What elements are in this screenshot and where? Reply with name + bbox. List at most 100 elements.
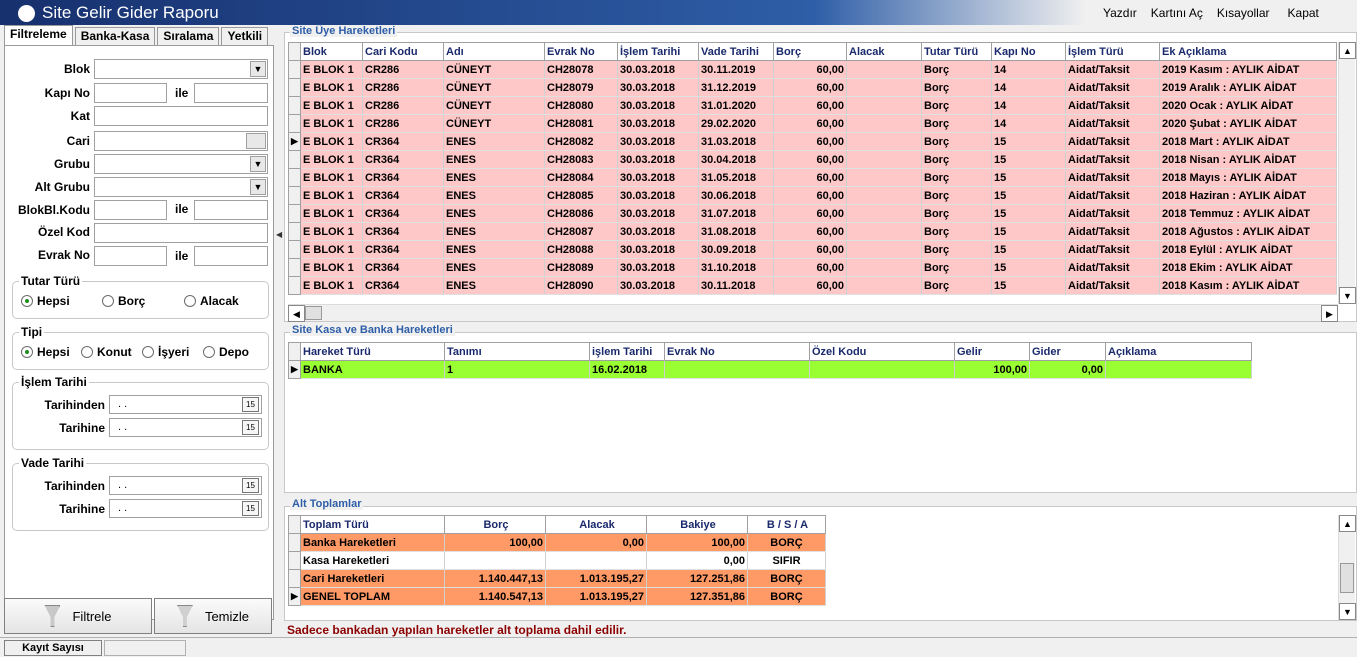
column-header[interactable]: Alacak: [545, 515, 647, 534]
islem-tarihinden-input[interactable]: . . 15: [109, 395, 262, 414]
alt-toplamlar-grid[interactable]: Toplam Türü Borç Alacak Bakiye B / S / A Ban…: [288, 515, 826, 606]
column-header[interactable]: Adı: [443, 42, 545, 61]
row-indicator[interactable]: ▶: [288, 587, 301, 606]
chevron-down-icon[interactable]: ▼: [250, 156, 266, 172]
scroll-up-icon[interactable]: ▲: [1339, 42, 1356, 59]
scroll-left-icon[interactable]: ◀: [288, 305, 305, 322]
menu-yazdir[interactable]: Yazdır: [1103, 6, 1137, 20]
chevron-down-icon[interactable]: ▼: [250, 179, 266, 195]
scroll-up-icon[interactable]: ▲: [1339, 515, 1356, 532]
column-header[interactable]: Borç: [444, 515, 546, 534]
chevron-down-icon[interactable]: ▼: [250, 61, 266, 77]
radio-tutar-hepsi[interactable]: Hepsi: [21, 294, 70, 308]
column-header[interactable]: Tutar Türü: [921, 42, 992, 61]
row-indicator[interactable]: ▶: [288, 132, 301, 151]
scroll-down-icon[interactable]: ▼: [1339, 603, 1356, 620]
blokbl-kodu-to-input[interactable]: [194, 200, 268, 220]
radio-tutar-alacak[interactable]: Alacak: [184, 294, 239, 308]
row-indicator[interactable]: [288, 204, 301, 223]
column-header[interactable]: işlem Tarihi: [589, 342, 665, 361]
column-header[interactable]: İşlem Tarihi: [617, 42, 699, 61]
column-header[interactable]: Açıklama: [1105, 342, 1252, 361]
uye-vertical-scrollbar[interactable]: ▲ ▼: [1338, 42, 1356, 304]
radio-tutar-borc[interactable]: Borç: [102, 294, 145, 308]
radio-tipi-hepsi[interactable]: Hepsi: [21, 345, 70, 359]
islem-tarihine-input[interactable]: . . 15: [109, 418, 262, 437]
radio-tipi-depo[interactable]: Depo: [203, 345, 249, 359]
row-indicator[interactable]: [288, 78, 301, 97]
tab-banka-kasa[interactable]: Banka-Kasa: [74, 27, 156, 45]
table-row[interactable]: E BLOK 1 CR364 ENES CH28084 30.03.2018 31.05.…: [288, 168, 1337, 187]
uye-hareketleri-grid[interactable]: Blok Cari Kodu Adı Evrak No İşlem Tarihi Vade…: [288, 42, 1337, 295]
row-indicator[interactable]: [288, 551, 301, 570]
row-indicator[interactable]: [288, 276, 301, 295]
column-header[interactable]: Alacak: [846, 42, 922, 61]
menu-kapat[interactable]: Kapat: [1288, 6, 1319, 20]
table-row[interactable]: E BLOK 1 CR364 ENES CH28083 30.03.2018 30.04.…: [288, 150, 1337, 169]
row-indicator[interactable]: [288, 150, 301, 169]
evrak-no-from-input[interactable]: [94, 246, 167, 266]
tab-yetkili[interactable]: Yetkili: [221, 27, 269, 45]
table-row[interactable]: Kasa Hareketleri 0,00 SIFIR: [288, 551, 826, 570]
row-indicator[interactable]: [288, 96, 301, 115]
column-header[interactable]: Kapı No: [991, 42, 1066, 61]
calendar-icon[interactable]: 15: [242, 478, 259, 493]
column-header[interactable]: Evrak No: [544, 42, 618, 61]
vade-tarihine-input[interactable]: . . 15: [109, 499, 262, 518]
column-header[interactable]: Cari Kodu: [362, 42, 444, 61]
column-header[interactable]: Hareket Türü: [300, 342, 445, 361]
scroll-thumb[interactable]: [1340, 563, 1354, 593]
grubu-select[interactable]: ▼: [94, 154, 268, 174]
scroll-right-icon[interactable]: ▶: [1321, 305, 1338, 322]
panel-splitter[interactable]: ◀: [276, 230, 282, 430]
column-header[interactable]: Toplam Türü: [300, 515, 445, 534]
column-header[interactable]: B / S / A: [747, 515, 826, 534]
tab-siralama[interactable]: Sıralama: [157, 27, 220, 45]
ozel-kod-input[interactable]: [94, 223, 268, 243]
column-header[interactable]: Vade Tarihi: [698, 42, 774, 61]
table-row[interactable]: E BLOK 1 CR364 ENES CH28085 30.03.2018 30.06.…: [288, 186, 1337, 205]
column-header[interactable]: Gelir: [954, 342, 1030, 361]
tab-filtreleme[interactable]: Filtreleme: [4, 25, 73, 45]
calendar-icon[interactable]: 15: [242, 501, 259, 516]
column-header[interactable]: Ek Açıklama: [1159, 42, 1337, 61]
column-header[interactable]: Bakiye: [646, 515, 748, 534]
toplam-vertical-scrollbar[interactable]: ▲ ▼: [1338, 515, 1356, 620]
radio-tipi-konut[interactable]: Konut: [81, 345, 132, 359]
column-header[interactable]: Özel Kodu: [809, 342, 955, 361]
table-row[interactable]: Banka Hareketleri 100,00 0,00 100,00 BORÇ: [288, 533, 826, 552]
kapi-no-from-input[interactable]: [94, 83, 167, 103]
table-row[interactable]: E BLOK 1 CR286 CÜNEYT CH28081 30.03.2018 29.0…: [288, 114, 1337, 133]
table-row[interactable]: Cari Hareketleri 1.140.447,13 1.013.195,27…: [288, 569, 826, 588]
menu-kisayollar[interactable]: Kısayollar: [1217, 6, 1270, 20]
column-header[interactable]: Borç: [773, 42, 847, 61]
row-indicator[interactable]: [288, 258, 301, 277]
evrak-no-to-input[interactable]: [194, 246, 268, 266]
scroll-down-icon[interactable]: ▼: [1339, 287, 1356, 304]
column-header[interactable]: Gider: [1029, 342, 1106, 361]
row-indicator[interactable]: [288, 168, 301, 187]
column-header[interactable]: Tanımı: [444, 342, 590, 361]
menu-kartini-ac[interactable]: Kartını Aç: [1151, 6, 1203, 20]
calendar-icon[interactable]: 15: [242, 397, 259, 412]
row-indicator[interactable]: [288, 60, 301, 79]
blok-select[interactable]: ▼: [94, 59, 268, 79]
row-indicator[interactable]: [288, 240, 301, 259]
table-row[interactable]: ▶ E BLOK 1 CR364 ENES CH28082 30.03.2018 31.03…: [288, 132, 1337, 151]
scroll-thumb[interactable]: [305, 306, 322, 320]
table-row[interactable]: E BLOK 1 CR364 ENES CH28088 30.03.2018 30.09.…: [288, 240, 1337, 259]
row-indicator[interactable]: ▶: [288, 360, 301, 379]
calendar-icon[interactable]: 15: [242, 420, 259, 435]
filtrele-button[interactable]: Filtrele: [4, 598, 152, 634]
table-row[interactable]: ▶ BANKA 1 16.02.2018 100,00 0,00: [288, 360, 1252, 379]
alt-grubu-select[interactable]: ▼: [94, 177, 268, 197]
table-row[interactable]: E BLOK 1 CR364 ENES CH28086 30.03.2018 31.07.…: [288, 204, 1337, 223]
table-row[interactable]: ▶ GENEL TOPLAM 1.140.547,13 1.013.195,27 127…: [288, 587, 826, 606]
row-indicator[interactable]: [288, 533, 301, 552]
table-row[interactable]: E BLOK 1 CR364 ENES CH28089 30.03.2018 31.10.…: [288, 258, 1337, 277]
browse-icon[interactable]: [246, 133, 266, 149]
kasa-banka-grid[interactable]: Hareket Türü Tanımı işlem Tarihi Evrak No Öz…: [288, 342, 1252, 379]
radio-tipi-isyeri[interactable]: İşyeri: [142, 345, 189, 359]
blokbl-kodu-from-input[interactable]: [94, 200, 167, 220]
temizle-button[interactable]: Temizle: [154, 598, 272, 634]
